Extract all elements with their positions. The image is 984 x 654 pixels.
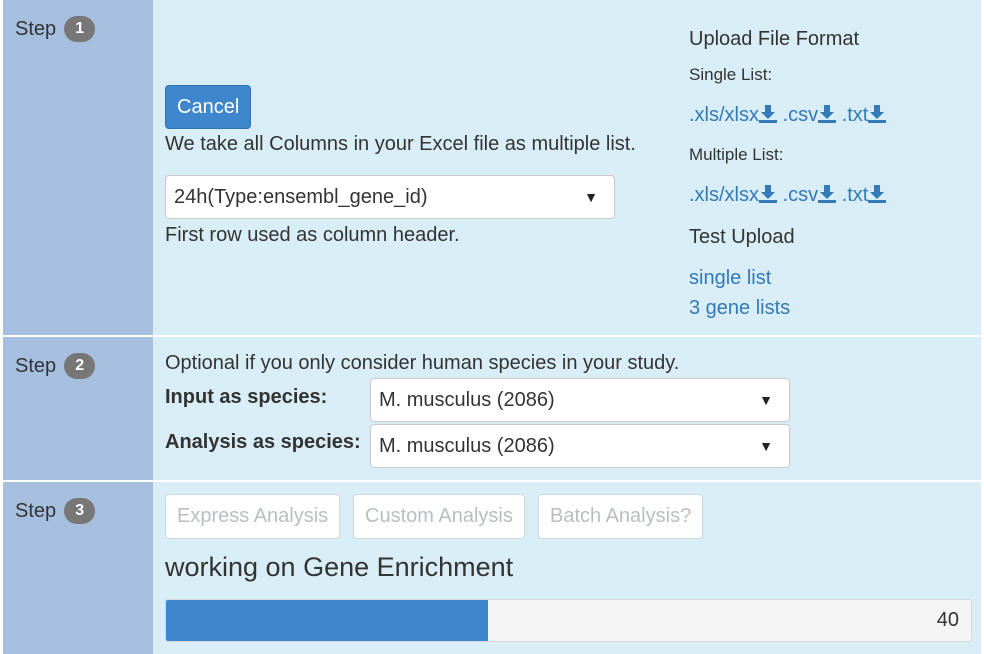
step-1-label: Step 1 <box>15 16 96 42</box>
column-select[interactable]: 24h(Type:ensembl_gene_id) ▼ <box>165 175 615 219</box>
single-list-links: .xls/xlsx .csv .txt <box>689 104 887 127</box>
download-icon <box>818 105 837 123</box>
analysis-species-value: M. musculus (2086) <box>379 434 555 457</box>
download-icon <box>818 185 837 203</box>
chevron-down-icon: ▼ <box>584 189 598 205</box>
analysis-species-select[interactable]: M. musculus (2086) ▼ <box>370 424 790 468</box>
step-number-badge: 2 <box>64 353 96 379</box>
multiple-xls-link[interactable]: .xls/xlsx <box>689 184 777 206</box>
custom-analysis-button[interactable]: Custom Analysis <box>353 494 525 539</box>
upload-format-title: Upload File Format <box>689 28 860 50</box>
step-number-badge: 1 <box>64 16 96 42</box>
test-3-gene-lists-link[interactable]: 3 gene lists <box>689 297 790 320</box>
chevron-down-icon: ▼ <box>759 392 773 408</box>
multiple-list-label: Multiple List: <box>689 145 784 164</box>
status-text: working on Gene Enrichment <box>165 552 514 582</box>
step-number-badge: 3 <box>64 498 96 524</box>
step-text: Step <box>15 354 57 377</box>
progress-value: 40 <box>936 609 959 631</box>
step-3-label: Step 3 <box>15 498 96 524</box>
cancel-button[interactable]: Cancel <box>165 85 252 129</box>
multiple-csv-link[interactable]: .csv <box>783 184 837 206</box>
test-upload-title: Test Upload <box>689 226 795 248</box>
columns-note: We take all Columns in your Excel file a… <box>165 133 636 155</box>
input-species-select[interactable]: M. musculus (2086) ▼ <box>370 378 790 422</box>
step-3-row: Step 3 Express Analysis Custom Analysis … <box>3 482 981 654</box>
chevron-down-icon: ▼ <box>759 438 773 454</box>
express-analysis-button[interactable]: Express Analysis <box>165 494 341 539</box>
header-note: First row used as column header. <box>165 224 460 246</box>
step-1-row: Step 1 Cancel We take all Columns in you… <box>3 0 981 335</box>
download-icon <box>868 105 887 123</box>
multiple-txt-link[interactable]: .txt <box>842 184 887 206</box>
step-3-panel: Express Analysis Custom Analysis Batch A… <box>153 482 981 654</box>
step-text: Step <box>15 17 57 40</box>
input-species-label: Input as species: <box>165 386 328 408</box>
step-2-panel: Optional if you only consider human spec… <box>153 337 981 480</box>
single-list-label: Single List: <box>689 65 773 84</box>
step-text: Step <box>15 499 57 522</box>
column-select-value: 24h(Type:ensembl_gene_id) <box>174 185 428 208</box>
batch-analysis-button[interactable]: Batch Analysis? <box>538 494 704 539</box>
step-2-sidebar: Step 2 <box>3 337 153 480</box>
step-1-sidebar: Step 1 <box>3 0 153 335</box>
single-txt-link[interactable]: .txt <box>842 104 887 126</box>
analysis-wizard: Step 1 Cancel We take all Columns in you… <box>0 0 984 654</box>
step-3-sidebar: Step 3 <box>3 482 153 654</box>
progress-fill <box>166 600 488 641</box>
analysis-species-label: Analysis as species: <box>165 431 361 453</box>
input-species-value: M. musculus (2086) <box>379 388 555 411</box>
step-2-label: Step 2 <box>15 353 96 379</box>
step-2-row: Step 2 Optional if you only consider hum… <box>3 337 981 480</box>
test-single-list-link[interactable]: single list <box>689 267 771 290</box>
download-icon <box>759 185 777 203</box>
progress-bar: 40 <box>165 599 972 642</box>
multiple-list-links: .xls/xlsx .csv .txt <box>689 184 887 207</box>
single-xls-link[interactable]: .xls/xlsx <box>689 104 777 126</box>
single-csv-link[interactable]: .csv <box>783 104 837 126</box>
download-icon <box>868 185 887 203</box>
species-note: Optional if you only consider human spec… <box>165 352 680 374</box>
download-icon <box>759 105 777 123</box>
step-1-panel: Cancel We take all Columns in your Excel… <box>153 0 981 335</box>
